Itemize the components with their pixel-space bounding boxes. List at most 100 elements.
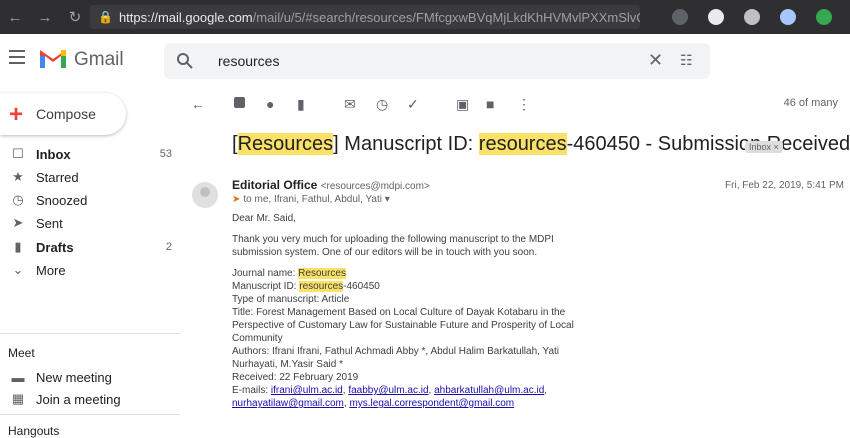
- extension-icon[interactable]: [708, 9, 724, 25]
- extension-icon[interactable]: [672, 9, 688, 25]
- sidebar-item-drafts[interactable]: ▮ Drafts 2: [0, 236, 180, 258]
- divider: [0, 333, 180, 334]
- email-link[interactable]: nurhayatilaw@gmail.com: [232, 398, 344, 409]
- unread-count: 53: [159, 148, 172, 160]
- meet-item-label: New meeting: [36, 369, 112, 385]
- email-link[interactable]: faabby@ulm.ac.id: [348, 385, 428, 396]
- search-input[interactable]: [218, 51, 598, 71]
- sender-line: Editorial Office <resources@mdpi.com>: [232, 178, 430, 192]
- plus-icon: +: [9, 101, 24, 128]
- body-line: Thank you very much for uploading the fo…: [232, 234, 554, 245]
- forward-icon[interactable]: →: [30, 9, 60, 26]
- back-icon[interactable]: ←: [0, 9, 30, 26]
- received-line: Received: 22 February 2019: [232, 372, 359, 383]
- url-path: /mail/u/5/#search/resources/FMfcgxwBVqMj…: [252, 9, 640, 25]
- meet-heading: Meet: [8, 346, 35, 360]
- compose-button[interactable]: + Compose: [0, 93, 126, 135]
- back-arrow-icon[interactable]: ←: [191, 96, 205, 112]
- inbox-icon: ☐: [12, 146, 24, 161]
- inbox-label-chip[interactable]: Inbox ×: [745, 141, 783, 153]
- extension-icon[interactable]: [780, 9, 796, 25]
- chevron-down-icon: ⌄: [12, 262, 24, 277]
- sidebar-item-label: Inbox: [36, 146, 71, 162]
- subject-highlight: Resources: [237, 133, 334, 155]
- sidebar-item-label: More: [36, 262, 66, 278]
- keyboard-icon: ▦: [11, 391, 25, 406]
- sidebar-item-snoozed[interactable]: ◷ Snoozed: [0, 189, 180, 211]
- search-options-icon[interactable]: ☷: [680, 52, 693, 69]
- sidebar-item-more[interactable]: ⌄ More: [0, 259, 180, 281]
- sidebar-item-label: Snoozed: [36, 192, 88, 208]
- label-icon[interactable]: ■: [486, 96, 494, 112]
- draft-count: 2: [165, 241, 172, 253]
- recipients: to me, Ifrani, Fathul, Abdul, Yati: [243, 194, 382, 205]
- avatar: [192, 182, 218, 208]
- pagination-count: 46 of many: [783, 97, 838, 109]
- clock-icon: ◷: [12, 192, 24, 207]
- important-icon[interactable]: ➤: [232, 194, 240, 205]
- meet-item-label: Join a meeting: [36, 391, 121, 407]
- hangouts-heading: Hangouts: [8, 424, 60, 438]
- app-name: Gmail: [74, 49, 124, 70]
- mark-unread-icon[interactable]: ✉: [344, 96, 356, 113]
- add-task-icon[interactable]: ✓: [407, 96, 419, 113]
- type-line: Type of manuscript: Article: [232, 294, 350, 305]
- report-spam-icon[interactable]: ●: [266, 96, 274, 112]
- url-host: https://mail.google.com: [118, 9, 253, 25]
- title-line: Title: Forest Management Based on Local …: [232, 307, 566, 318]
- search-icon[interactable]: [176, 52, 194, 70]
- reload-icon[interactable]: ↻: [60, 8, 90, 26]
- journal-line: Journal name: Resources: [232, 267, 592, 280]
- puzzle-icon[interactable]: [816, 9, 832, 25]
- search-bar: ✕ ☷: [164, 43, 710, 79]
- manuscript-id-line: Manuscript ID: resources-460450: [232, 280, 592, 293]
- sidebar-item-label: Drafts: [36, 239, 74, 255]
- divider: [0, 414, 180, 415]
- manuscript-id-rest: -460450: [343, 281, 380, 292]
- manuscript-id-label: Manuscript ID:: [232, 281, 300, 292]
- email-link[interactable]: ahbarkatullah@ulm.ac.id: [434, 385, 544, 396]
- title-line: Perspective of Customary Law for Sustain…: [232, 320, 574, 331]
- subject-prefix: [: [232, 133, 238, 155]
- message-date: Fri, Feb 22, 2019, 5:41 PM: [725, 180, 844, 191]
- journal-label: Journal name:: [232, 268, 299, 279]
- delete-icon[interactable]: ▮: [297, 96, 305, 113]
- clear-search-icon[interactable]: ✕: [648, 50, 663, 71]
- star-icon: ★: [12, 169, 24, 184]
- more-options-icon[interactable]: ⋮: [517, 96, 531, 113]
- message-body: Dear Mr. Said, Thank you very much for u…: [232, 212, 592, 410]
- compose-label: Compose: [36, 106, 96, 122]
- shield-icon[interactable]: [744, 9, 760, 25]
- menu-icon[interactable]: [9, 50, 25, 68]
- sidebar-item-sent[interactable]: ➤ Sent: [0, 212, 180, 234]
- video-icon: ▬: [11, 369, 25, 385]
- sidebar-item-inbox[interactable]: ☐ Inbox 53: [0, 143, 180, 165]
- greeting: Dear Mr. Said,: [232, 213, 296, 224]
- emails-line: nurhayatilaw@gmail.com, mys.legal.corres…: [232, 398, 515, 409]
- snooze-icon[interactable]: ◷: [376, 96, 388, 113]
- send-icon: ➤: [12, 215, 24, 230]
- authors-line: Nurhayati, M.Yasir Said *: [232, 359, 343, 370]
- recipients-line[interactable]: ➤ to me, Ifrani, Fathul, Abdul, Yati ▾: [232, 194, 390, 205]
- browser-toolbar: ← → ↻ 🔒 https://mail.google.com/mail/u/5…: [0, 0, 850, 34]
- email-link[interactable]: mys.legal.correspondent@gmail.com: [349, 398, 514, 409]
- subject-highlight: resources: [478, 133, 567, 155]
- archive-icon[interactable]: [234, 97, 245, 108]
- draft-icon: ▮: [14, 239, 22, 254]
- sender-name: Editorial Office: [232, 178, 318, 192]
- sidebar-item-label: Starred: [36, 169, 79, 185]
- email-link[interactable]: ifrani@ulm.ac.id: [271, 385, 343, 396]
- sender-email: <resources@mdpi.com>: [320, 181, 430, 192]
- lock-icon: 🔒: [98, 10, 113, 24]
- gmail-header: Gmail ✕ ☷: [0, 34, 850, 86]
- sidebar-item-starred[interactable]: ★ Starred: [0, 166, 180, 188]
- join-meeting-item[interactable]: ▦ Join a meeting: [0, 388, 180, 410]
- new-meeting-item[interactable]: ▬ New meeting: [0, 366, 180, 388]
- address-bar[interactable]: 🔒 https://mail.google.com/mail/u/5/#sear…: [90, 5, 640, 29]
- body-line: submission system. One of our editors wi…: [232, 247, 538, 258]
- subject-suffix: -460450 - Submission Received: [566, 133, 850, 155]
- journal-value: Resources: [298, 268, 346, 279]
- sidebar-item-label: Sent: [36, 215, 63, 231]
- subject-mid: ] Manuscript ID:: [333, 133, 479, 155]
- move-to-icon[interactable]: ▣: [456, 96, 469, 113]
